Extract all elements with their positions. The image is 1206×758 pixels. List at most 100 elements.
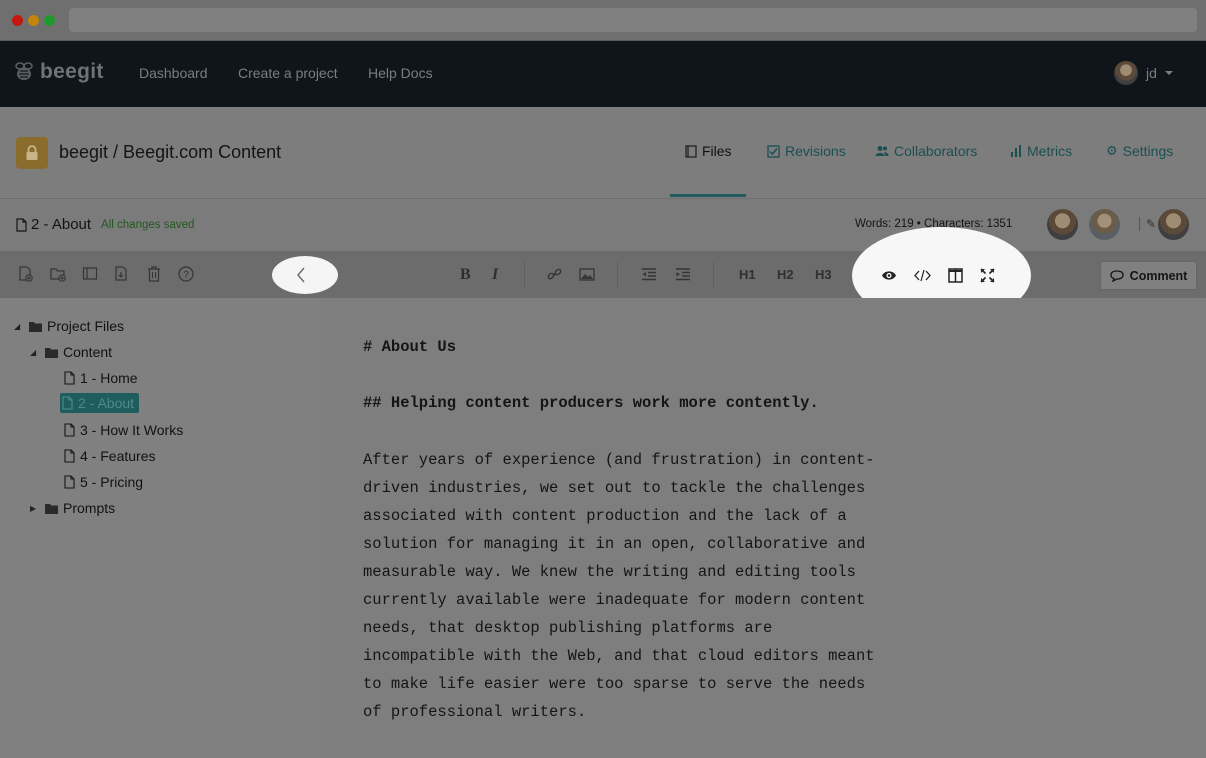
file-tree-sidebar: ◢ Project Files ◢ Content 1 - Home 2 - A… [0, 298, 320, 758]
folder-icon [45, 503, 58, 514]
bold-button[interactable]: B [460, 266, 471, 284]
editor-line: of professional writers. [363, 703, 587, 721]
gear-icon: ⚙ [1106, 143, 1118, 158]
file-icon [62, 396, 73, 410]
indent-icon[interactable] [675, 268, 691, 281]
tab-settings-label: Settings [1122, 143, 1174, 159]
download-icon[interactable] [114, 266, 130, 282]
minimize-window-button[interactable] [28, 15, 39, 26]
collaborator-avatar[interactable] [1047, 209, 1078, 240]
code-icon[interactable] [914, 269, 931, 282]
comment-icon [1110, 269, 1124, 282]
bee-icon [15, 62, 33, 80]
user-menu[interactable]: jd [1114, 61, 1173, 85]
heading2-button[interactable]: H2 [777, 267, 794, 282]
comment-button-label: Comment [1129, 268, 1188, 283]
bar-chart-icon [1011, 145, 1021, 157]
project-title: beegit / Beegit.com Content [59, 142, 282, 162]
chevron-down-icon [1164, 71, 1173, 75]
tab-settings[interactable]: ⚙ Settings [1106, 143, 1173, 159]
tree-item-label: 2 - About [78, 395, 135, 411]
tree-item-label: Content [63, 344, 113, 360]
italic-button[interactable]: I [492, 266, 498, 284]
editor-line: driven industries, we set out to tackle … [363, 479, 866, 497]
tree-item-file[interactable]: 3 - How It Works [64, 422, 183, 438]
editor-line: to make life easier were too sparse to s… [363, 675, 866, 693]
tab-metrics-label: Metrics [1027, 143, 1073, 159]
lock-icon [26, 145, 38, 160]
file-icon [64, 475, 75, 489]
toolbar-divider [713, 262, 714, 288]
tree-item-label: 4 - Features [80, 448, 156, 464]
file-icon [64, 449, 75, 463]
tree-item-file[interactable]: 5 - Pricing [64, 474, 143, 490]
new-folder-icon[interactable] [50, 266, 67, 282]
tree-item-file[interactable]: 1 - Home [64, 370, 138, 386]
tree-item-file[interactable]: 4 - Features [64, 448, 155, 464]
tab-collaborators-label: Collaborators [894, 143, 978, 159]
tree-item-label: 1 - Home [80, 370, 138, 386]
tree-item-label: 5 - Pricing [80, 474, 144, 490]
nav-create-project[interactable]: Create a project [238, 65, 338, 81]
comment-button[interactable]: Comment [1100, 261, 1197, 290]
link-icon[interactable] [547, 267, 562, 282]
current-file: 2 - About All changes saved [16, 216, 194, 233]
trash-icon[interactable] [147, 266, 161, 282]
user-avatar [1114, 61, 1138, 85]
editor-heading2: ## Helping content producers work more c… [363, 394, 819, 412]
address-bar[interactable] [69, 8, 1197, 32]
editor-line: associated with content production and t… [363, 507, 847, 525]
checkbox-icon [767, 144, 780, 158]
file-info-bar: 2 - About All changes saved Words: 219 •… [0, 199, 1206, 251]
caret-down-icon[interactable]: ◢ [14, 322, 24, 331]
file-icon [64, 371, 75, 385]
tab-revisions[interactable]: Revisions [767, 143, 846, 159]
tab-revisions-label: Revisions [785, 143, 846, 159]
pencil-icon[interactable]: ✎ [1139, 217, 1156, 231]
file-icon [16, 217, 27, 232]
toolbar-divider [617, 262, 618, 288]
current-file-name: 2 - About [31, 216, 92, 233]
maximize-window-button[interactable] [44, 15, 55, 26]
brand-logo[interactable]: beegit [12, 60, 104, 84]
tree-item-file-selected[interactable]: 2 - About [60, 393, 140, 413]
tab-collaborators[interactable]: Collaborators [875, 143, 977, 159]
tab-metrics[interactable]: Metrics [1010, 143, 1072, 159]
close-window-button[interactable] [12, 15, 23, 26]
caret-right-icon[interactable]: ▶ [30, 504, 40, 513]
eye-icon[interactable] [881, 269, 897, 282]
active-tab-indicator [670, 194, 746, 197]
editor-paragraph: After years of experience (and frustrati… [363, 446, 923, 726]
rename-icon[interactable] [82, 266, 98, 282]
tree-item-project-files[interactable]: ◢ Project Files [14, 318, 124, 334]
collaborator-avatar[interactable] [1089, 209, 1120, 240]
collaborator-avatar[interactable] [1158, 209, 1189, 240]
private-project-badge [16, 137, 48, 169]
markdown-editor[interactable]: # About Us ## Helping content producers … [320, 298, 1206, 758]
caret-down-icon[interactable]: ◢ [30, 348, 40, 357]
project-header: beegit / Beegit.com Content Files Revisi… [0, 107, 1206, 199]
tab-files[interactable]: Files [685, 143, 732, 159]
heading3-button[interactable]: H3 [815, 267, 832, 282]
folder-icon [29, 321, 42, 332]
nav-help-docs[interactable]: Help Docs [368, 65, 433, 81]
save-status: All changes saved [101, 218, 195, 231]
heading1-button[interactable]: H1 [739, 267, 756, 282]
tree-item-content[interactable]: ◢ Content [30, 344, 112, 360]
tree-item-prompts[interactable]: ▶ Prompts [30, 500, 115, 516]
new-file-icon[interactable] [18, 266, 34, 282]
outdent-icon[interactable] [641, 268, 657, 281]
editor-line: measurable way. We knew the writing and … [363, 563, 856, 581]
toolbar-divider [524, 262, 525, 288]
nav-dashboard[interactable]: Dashboard [139, 65, 208, 81]
fullscreen-icon[interactable] [980, 268, 995, 283]
editor-line: After years of experience (and frustrati… [363, 451, 875, 469]
split-view-icon[interactable] [948, 268, 963, 283]
user-name: jd [1146, 65, 1157, 81]
tree-item-label: 3 - How It Works [80, 422, 184, 438]
collapse-sidebar-icon[interactable] [296, 266, 306, 284]
image-icon[interactable] [579, 268, 595, 281]
editor-heading1: # About Us [363, 338, 457, 356]
help-icon[interactable]: ? [178, 266, 194, 282]
file-icon [64, 423, 75, 437]
